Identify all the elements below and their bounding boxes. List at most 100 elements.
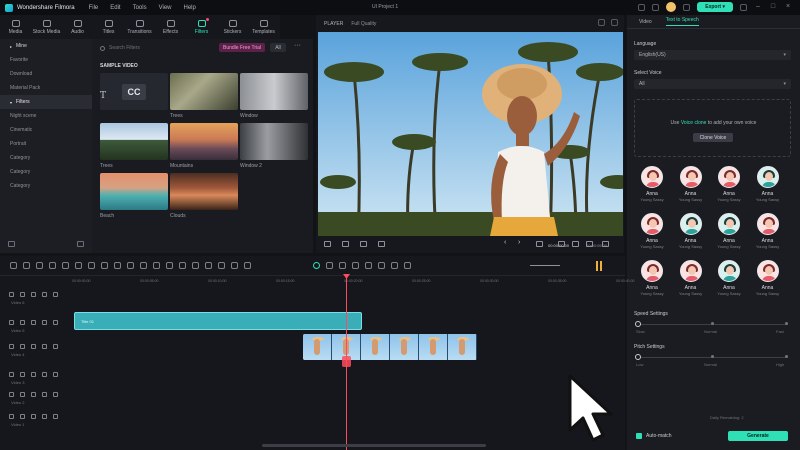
voice-option[interactable]: Anna Young Sassy (752, 166, 784, 206)
layout-icon[interactable] (638, 3, 646, 11)
sidebar-item[interactable]: Cinematic (0, 123, 92, 137)
link-icon[interactable] (53, 292, 58, 297)
tool-audio[interactable]: Audio (62, 15, 93, 39)
collapse-panel-icon[interactable] (77, 241, 84, 247)
zoom-slider[interactable] (530, 265, 560, 266)
shield-icon[interactable] (326, 262, 333, 269)
menu-tools[interactable]: Tools (133, 5, 147, 11)
filter-thumbnail[interactable] (240, 123, 308, 160)
snap-icon[interactable] (391, 262, 398, 269)
undo-icon[interactable] (36, 262, 43, 269)
mute-icon[interactable] (31, 392, 36, 397)
filter-thumbnail[interactable] (100, 123, 168, 160)
menu-file[interactable]: File (89, 5, 99, 11)
track-type-icon[interactable] (9, 320, 14, 325)
voice-option[interactable]: Anna Young Sassy (636, 166, 668, 206)
sidebar-item[interactable]: Portrait (0, 137, 92, 151)
eye-icon[interactable] (42, 344, 47, 349)
eye-icon[interactable] (42, 320, 47, 325)
sidebar-section-mine[interactable]: ▸ Mine (0, 39, 92, 53)
sidebar-item[interactable]: Category (0, 179, 92, 193)
menu-edit[interactable]: Edit (110, 5, 120, 11)
track-type-icon[interactable] (9, 392, 14, 397)
mute-icon[interactable] (31, 344, 36, 349)
voice-option[interactable]: Anna Young Sassy (636, 213, 668, 253)
mute-icon[interactable] (31, 320, 36, 325)
track-type-icon[interactable] (9, 344, 14, 349)
sidebar-item[interactable]: Category (0, 165, 92, 179)
prev-mark-icon[interactable]: ‹ (504, 239, 506, 246)
razor-icon[interactable] (23, 262, 30, 269)
video-preview[interactable] (318, 32, 623, 236)
lock-icon[interactable] (20, 372, 25, 377)
voice-option[interactable]: Anna Young Sassy (713, 213, 745, 253)
speed-icon[interactable] (101, 262, 108, 269)
select-tool-icon[interactable] (10, 262, 17, 269)
pitch-slider[interactable] (635, 354, 788, 360)
maximize-icon[interactable]: □ (769, 3, 777, 11)
language-select[interactable]: English(US) ▾ (634, 50, 791, 60)
minimize-icon[interactable]: – (754, 3, 762, 11)
lock-icon[interactable] (20, 344, 25, 349)
ai-cutout-icon[interactable] (218, 262, 225, 269)
tab-video[interactable]: Video (639, 19, 652, 25)
voice-filter-select[interactable]: All ▾ (634, 79, 791, 89)
keyframe-icon[interactable] (127, 262, 134, 269)
quality-select[interactable]: Full Quality (351, 21, 376, 27)
render-preview-icon[interactable] (558, 241, 565, 247)
close-icon[interactable]: × (784, 3, 792, 11)
filter-thumbnail[interactable]: CC (100, 73, 168, 110)
audio-detach-icon[interactable] (166, 262, 173, 269)
more-options-icon[interactable]: ··· (294, 42, 301, 49)
sidebar-item[interactable]: Favorite (0, 53, 92, 67)
speed-slider-knob[interactable] (635, 321, 641, 327)
volume-icon[interactable] (586, 241, 593, 247)
tool-media[interactable]: Media (0, 15, 31, 39)
bundle-free-trial-badge[interactable]: Bundle Free Trial (219, 43, 266, 52)
new-folder-icon[interactable] (8, 241, 15, 247)
generate-button[interactable]: Generate (728, 431, 788, 441)
mic-icon[interactable] (352, 262, 359, 269)
tool-transitions[interactable]: Transitions (124, 15, 155, 39)
lock-icon[interactable] (20, 414, 25, 419)
filter-thumbnail[interactable] (170, 73, 238, 110)
filter-all-select[interactable]: All (270, 43, 286, 52)
zoom-out-icon[interactable] (404, 262, 411, 269)
link-icon[interactable] (53, 320, 58, 325)
render-icon[interactable] (313, 262, 320, 269)
sidebar-section-filters[interactable]: ▾ Filters (0, 95, 92, 109)
search-input[interactable]: Search Filters (100, 43, 210, 53)
freeze-icon[interactable] (153, 262, 160, 269)
menu-help[interactable]: Help (184, 5, 196, 11)
video-clip[interactable] (303, 334, 477, 360)
color-icon[interactable] (114, 262, 121, 269)
grid-icon[interactable] (683, 3, 691, 11)
sidebar-item[interactable]: Night scene (0, 109, 92, 123)
snapshot-camera-icon[interactable] (572, 241, 579, 247)
motion-icon[interactable] (205, 262, 212, 269)
mute-icon[interactable] (31, 372, 36, 377)
track-type-icon[interactable] (9, 292, 14, 297)
sidebar-item[interactable]: Download (0, 67, 92, 81)
link-icon[interactable] (53, 344, 58, 349)
track-type-icon[interactable] (9, 414, 14, 419)
fit-view-icon[interactable] (536, 241, 543, 247)
lock-icon[interactable] (20, 392, 25, 397)
filter-thumbnail[interactable] (170, 173, 238, 210)
speed-slider[interactable] (635, 321, 788, 327)
filter-thumbnail[interactable] (240, 73, 308, 110)
link-icon[interactable] (53, 392, 58, 397)
clone-voice-button[interactable]: Clone Voice (693, 133, 733, 142)
tab-text-to-speech[interactable]: Text to Speech (665, 17, 699, 26)
sidebar-item[interactable]: Material Pack (0, 81, 92, 95)
snapshot-icon[interactable] (598, 19, 605, 26)
marker-icon[interactable] (244, 262, 251, 269)
cloud-icon[interactable] (652, 3, 660, 11)
audio-stretch-icon[interactable] (378, 262, 385, 269)
redo-icon[interactable] (49, 262, 56, 269)
voice-option[interactable]: Anna Young Sassy (752, 213, 784, 253)
avatar[interactable] (666, 2, 677, 12)
voice-option[interactable]: Anna Young Sassy (713, 260, 745, 300)
fullscreen-icon[interactable] (602, 241, 609, 247)
mute-icon[interactable] (31, 292, 36, 297)
